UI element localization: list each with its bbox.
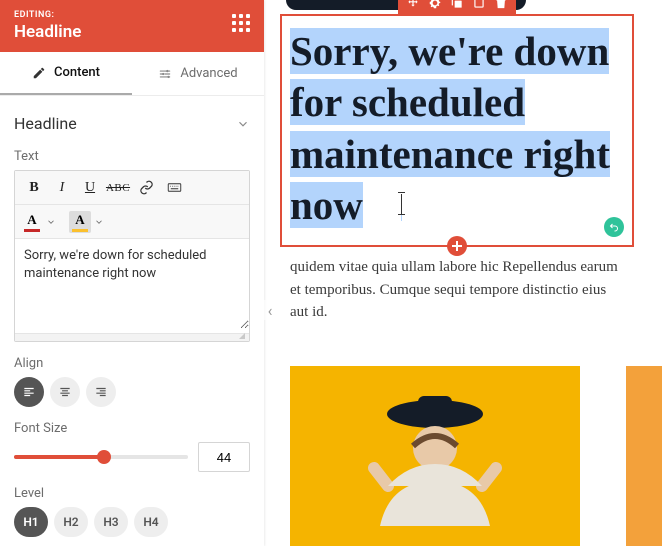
editing-title: Headline — [14, 22, 250, 42]
canvas-headline[interactable]: Sorry, we're down for scheduled maintena… — [290, 26, 624, 231]
person-illustration — [360, 376, 510, 546]
tab-content[interactable]: Content — [0, 52, 132, 95]
editing-label: EDITING: — [14, 10, 250, 20]
tab-advanced-label: Advanced — [180, 66, 237, 81]
italic-button[interactable]: I — [49, 175, 75, 201]
text-color-button[interactable]: A — [21, 211, 43, 233]
level-h2-button[interactable]: H2 — [54, 507, 88, 537]
add-element-button[interactable] — [447, 236, 467, 256]
section-title: Headline — [14, 114, 77, 133]
pencil-icon — [32, 66, 46, 80]
tabs: Content Advanced — [0, 52, 264, 96]
sidebar-header: EDITING: Headline — [0, 0, 264, 52]
level-h3-button[interactable]: H3 — [94, 507, 128, 537]
collapse-sidebar-button[interactable]: ‹ — [264, 300, 276, 320]
align-right-button[interactable] — [86, 377, 116, 407]
level-h4-button[interactable]: H4 — [134, 507, 168, 537]
trash-icon[interactable] — [494, 0, 508, 10]
panel-body: Headline Text B I U ABC A A — [0, 96, 264, 546]
canvas-body-text: quidem vitae quia ullam labore hic Repel… — [290, 256, 628, 324]
level-buttons: H1 H2 H3 H4 — [14, 507, 250, 537]
sliders-icon — [158, 67, 172, 81]
align-label: Align — [14, 356, 250, 371]
text-label: Text — [14, 149, 250, 164]
editor-sidebar: EDITING: Headline Content Advanced Headl… — [0, 0, 264, 546]
tab-advanced[interactable]: Advanced — [132, 52, 264, 95]
rtf-toolbar-row-2: A A — [15, 205, 249, 239]
bg-color-dropdown[interactable] — [93, 212, 105, 232]
move-icon[interactable] — [406, 0, 420, 10]
align-left-button[interactable] — [14, 377, 44, 407]
level-h1-button[interactable]: H1 — [14, 507, 48, 537]
tab-content-label: Content — [54, 65, 100, 80]
selected-element-frame[interactable]: Sorry, we're down for scheduled maintena… — [280, 14, 634, 247]
bold-button[interactable]: B — [21, 175, 47, 201]
keyboard-button[interactable] — [161, 175, 187, 201]
rich-text-editor: B I U ABC A A — [14, 170, 250, 342]
copy-icon[interactable] — [472, 0, 486, 10]
duplicate-icon[interactable] — [450, 0, 464, 10]
font-size-input[interactable] — [198, 442, 250, 472]
font-size-slider[interactable] — [14, 455, 188, 459]
font-size-label: Font Size — [14, 421, 250, 436]
textarea-resize-handle[interactable] — [15, 333, 249, 341]
text-color-dropdown[interactable] — [45, 212, 57, 232]
section-headline-toggle[interactable]: Headline — [14, 114, 250, 133]
image-card-1[interactable] — [290, 366, 580, 546]
bg-color-button[interactable]: A — [69, 211, 91, 233]
underline-button[interactable]: U — [77, 175, 103, 201]
slider-thumb[interactable] — [97, 450, 111, 464]
level-label: Level — [14, 486, 250, 501]
text-caret-icon — [401, 197, 402, 221]
align-center-button[interactable] — [50, 377, 80, 407]
link-button[interactable] — [133, 175, 159, 201]
rtf-toolbar-row-1: B I U ABC — [15, 171, 249, 205]
gear-icon[interactable] — [428, 0, 442, 10]
app-drawer-icon[interactable] — [232, 14, 250, 32]
image-card-2[interactable] — [626, 366, 662, 546]
strikethrough-button[interactable]: ABC — [105, 175, 131, 201]
revert-button[interactable] — [604, 217, 624, 237]
align-buttons — [14, 377, 250, 407]
chevron-down-icon — [236, 117, 250, 131]
headline-text-input[interactable] — [15, 239, 249, 329]
selection-toolbar — [398, 0, 516, 14]
canvas: ‹ Sorry, we're down for scheduled mainte… — [264, 0, 662, 546]
slider-fill — [14, 455, 104, 459]
